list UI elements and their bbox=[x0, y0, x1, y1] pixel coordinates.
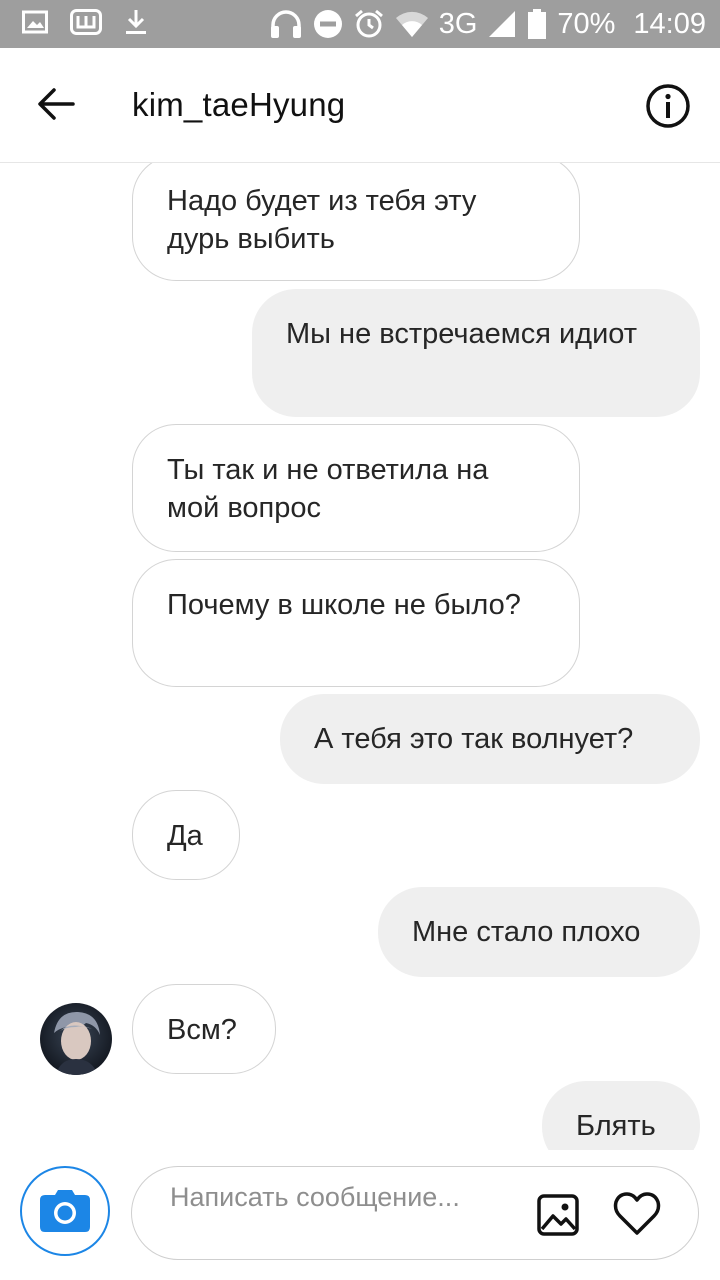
image-icon bbox=[22, 10, 48, 34]
message-bubble-incoming[interactable]: Да bbox=[132, 790, 240, 880]
camera-button[interactable] bbox=[20, 1166, 110, 1256]
download-icon bbox=[126, 10, 146, 34]
message-text: Блять bbox=[576, 1110, 656, 1142]
message-input-placeholder: Написать сообщение... bbox=[170, 1182, 460, 1212]
message-bubble-incoming[interactable]: Ты так и не ответила на мой вопрос bbox=[132, 424, 580, 552]
message-text: Мы не встречаемся идиот bbox=[286, 318, 638, 350]
message-text: Почему в школе не было? bbox=[167, 589, 521, 621]
message-thread[interactable]: Надо будет из тебя эту дурь выбить Мы не… bbox=[0, 163, 720, 1150]
status-right-icons: 3G 70% 14:09 bbox=[269, 6, 706, 42]
status-left-icons bbox=[22, 8, 148, 36]
message-text: Мне стало плохо bbox=[412, 916, 641, 948]
message-bubble-outgoing[interactable]: Мне стало плохо bbox=[378, 887, 700, 977]
message-text: А тебя это так волнует? bbox=[314, 723, 634, 755]
like-button[interactable] bbox=[612, 1191, 662, 1237]
message-input[interactable]: Написать сообщение... bbox=[131, 1166, 699, 1260]
alarm-icon bbox=[354, 9, 383, 38]
gallery-button[interactable] bbox=[536, 1193, 580, 1237]
chat-title[interactable]: kim_taeHyung bbox=[132, 84, 345, 126]
info-button[interactable] bbox=[644, 82, 692, 130]
network-type: 3G bbox=[438, 8, 478, 40]
chat-header: kim_taeHyung bbox=[0, 48, 720, 163]
arrow-left-icon bbox=[38, 88, 75, 120]
battery-icon bbox=[528, 9, 547, 39]
heart-icon bbox=[613, 1192, 661, 1235]
back-button[interactable] bbox=[36, 84, 76, 124]
message-bubble-outgoing[interactable]: А тебя это так волнует? bbox=[280, 694, 700, 784]
message-bubble-outgoing[interactable]: Блять bbox=[542, 1081, 700, 1150]
message-bubble-incoming[interactable]: Всм? bbox=[132, 984, 276, 1074]
info-icon bbox=[646, 84, 690, 128]
message-bubble-outgoing[interactable]: Мы не встречаемся идиот bbox=[252, 289, 700, 417]
message-composer: Написать сообщение... bbox=[0, 1150, 720, 1280]
gallery-icon bbox=[537, 1194, 579, 1236]
camera-icon bbox=[40, 1190, 90, 1232]
headphones-icon bbox=[270, 10, 301, 38]
message-text: Всм? bbox=[167, 1014, 237, 1046]
profile-photo bbox=[40, 1003, 112, 1075]
message-text: Да bbox=[167, 820, 203, 852]
message-text: Надо будет из тебя эту дурь выбить bbox=[167, 185, 477, 255]
signal-icon bbox=[489, 11, 516, 37]
message-bubble-incoming[interactable]: Почему в школе не было? bbox=[132, 559, 580, 687]
clock: 14:09 bbox=[633, 8, 706, 40]
wifi-icon bbox=[395, 11, 428, 38]
status-bar: 3G 70% 14:09 bbox=[0, 0, 720, 48]
avatar[interactable] bbox=[40, 1003, 112, 1075]
dnd-icon bbox=[313, 10, 342, 38]
message-text: Ты так и не ответила на мой вопрос bbox=[167, 454, 489, 524]
battery-percent: 70% bbox=[557, 8, 616, 40]
app-icon bbox=[70, 9, 102, 35]
message-bubble-incoming[interactable]: Надо будет из тебя эту дурь выбить bbox=[132, 163, 580, 281]
